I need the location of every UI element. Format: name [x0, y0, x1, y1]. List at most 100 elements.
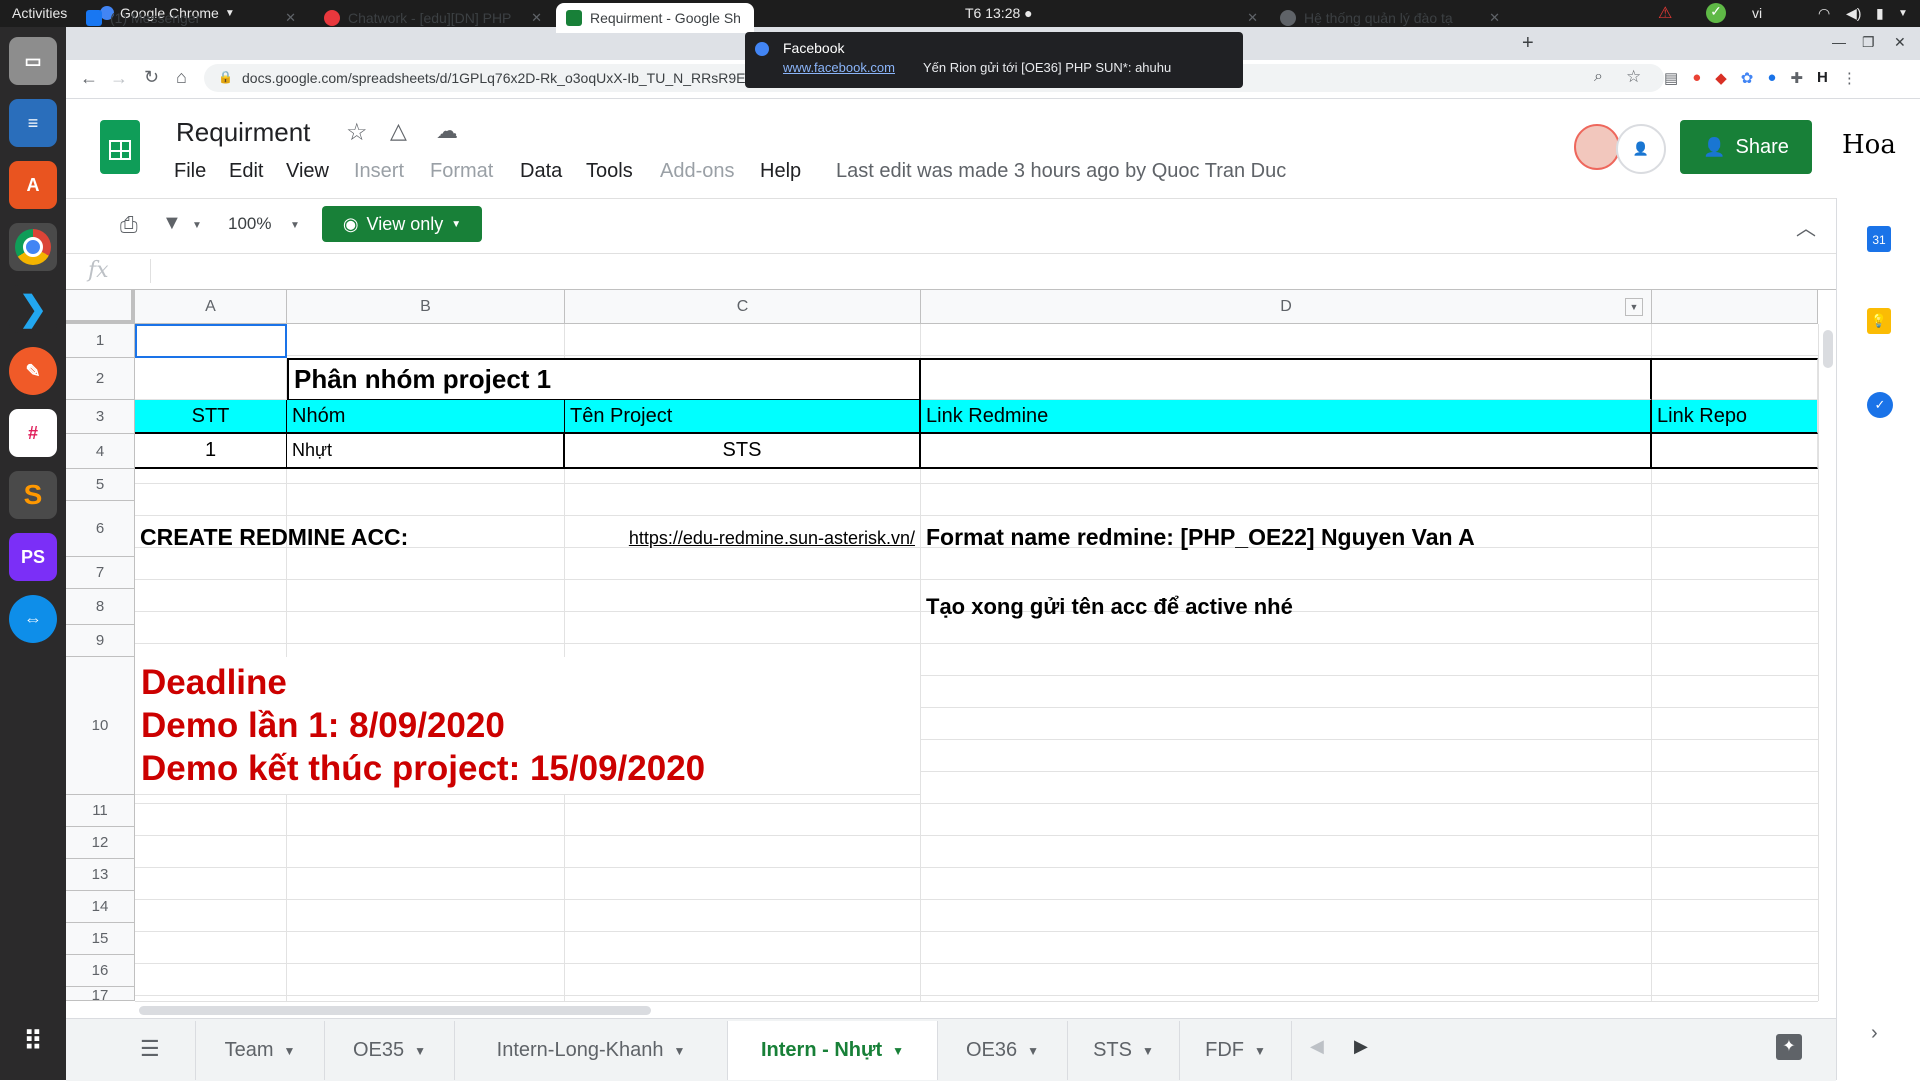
- doc-title[interactable]: Requirment: [176, 117, 310, 148]
- extension-icon[interactable]: ✿: [1741, 69, 1754, 87]
- menu-data[interactable]: Data: [520, 160, 562, 183]
- chevron-down-icon[interactable]: ▼: [192, 220, 202, 231]
- close-icon[interactable]: ✕: [531, 10, 552, 26]
- move-to-drive-icon[interactable]: △: [390, 118, 407, 144]
- sheet-tab-intern-nhut[interactable]: Intern - Nhựt ▼: [728, 1021, 938, 1080]
- opera-icon[interactable]: ●: [1692, 69, 1701, 87]
- calendar-icon[interactable]: 31: [1867, 226, 1891, 252]
- warning-icon[interactable]: ⚠: [1658, 3, 1672, 23]
- row-header[interactable]: 9: [66, 625, 135, 657]
- tasks-icon[interactable]: ✓: [1867, 392, 1893, 418]
- row-header[interactable]: 10: [66, 657, 135, 795]
- menu-view[interactable]: View: [286, 160, 329, 183]
- zoom-select[interactable]: 100%: [228, 214, 271, 234]
- cell-d6[interactable]: Format name redmine: [PHP_OE22] Nguyen V…: [921, 501, 1811, 557]
- new-tab-icon[interactable]: +: [1522, 32, 1534, 55]
- menu-help[interactable]: Help: [760, 160, 801, 183]
- row-header[interactable]: 15: [66, 923, 135, 955]
- formula-input[interactable]: [150, 259, 1831, 283]
- row-header[interactable]: 8: [66, 589, 135, 625]
- chevron-down-icon[interactable]: ▼: [290, 220, 300, 231]
- filter-icon[interactable]: ▼: [162, 212, 182, 235]
- maximize-icon[interactable]: ❐: [1862, 34, 1875, 51]
- collapse-toolbar-icon[interactable]: ︿: [1796, 212, 1816, 241]
- show-comments-icon[interactable]: 👤: [1616, 124, 1666, 174]
- sheets-logo-icon[interactable]: [100, 120, 140, 174]
- window-close-icon[interactable]: ✕: [1894, 34, 1906, 51]
- kebab-menu-icon[interactable]: ⋮: [1842, 69, 1857, 87]
- cell-d2[interactable]: [921, 358, 1652, 400]
- select-all-corner[interactable]: [66, 290, 135, 324]
- column-header-e[interactable]: [1652, 290, 1818, 324]
- writer-icon[interactable]: ≡: [9, 99, 57, 147]
- sheet-tab-fdf[interactable]: FDF ▼: [1180, 1021, 1292, 1080]
- row-header[interactable]: 13: [66, 859, 135, 891]
- battery-icon[interactable]: ▮: [1876, 5, 1884, 22]
- cell-c4[interactable]: STS: [565, 434, 921, 469]
- all-sheets-icon[interactable]: ☰: [140, 1036, 160, 1062]
- activities-button[interactable]: Activities: [12, 5, 67, 21]
- cell-a10-deadline[interactable]: Deadline Demo lần 1: 8/09/2020 Demo kết …: [135, 657, 921, 795]
- back-icon[interactable]: ←: [80, 68, 98, 89]
- account-button[interactable]: Hoa: [1842, 130, 1896, 160]
- sheet-tab-intern-long-khanh[interactable]: Intern-Long-Khanh ▼: [455, 1021, 728, 1080]
- vscode-icon[interactable]: ❯: [9, 285, 57, 333]
- cell-b4[interactable]: Nhựt: [287, 434, 565, 469]
- files-icon[interactable]: ▭: [9, 37, 57, 85]
- horizontal-scrollbar[interactable]: [135, 1001, 1818, 1019]
- cell-b3-nhom[interactable]: Nhóm: [287, 400, 565, 434]
- system-menu-chevron-icon[interactable]: ▼: [1898, 8, 1908, 19]
- row-header[interactable]: 7: [66, 557, 135, 589]
- cell-a3-stt[interactable]: STT: [135, 400, 287, 434]
- scroll-tabs-left-icon[interactable]: ◀: [1310, 1036, 1324, 1057]
- cell-e2[interactable]: [1652, 358, 1818, 400]
- column-header-b[interactable]: B: [287, 290, 565, 324]
- row-header[interactable]: 11: [66, 795, 135, 827]
- tab-messenger[interactable]: (1) Messenger ✕: [86, 3, 306, 33]
- sheet-tab-team[interactable]: Team ▼: [195, 1021, 325, 1080]
- extension-icon[interactable]: ▤: [1664, 69, 1678, 87]
- menu-file[interactable]: File: [174, 160, 206, 183]
- tab-chatwork[interactable]: Chatwork - [edu][DN] PHP ✕: [324, 3, 552, 33]
- filter-dropdown-icon[interactable]: ▼: [1625, 298, 1643, 316]
- reload-icon[interactable]: ↻: [144, 67, 159, 88]
- slack-icon[interactable]: #: [9, 409, 57, 457]
- scroll-tabs-right-icon[interactable]: ▶: [1354, 1036, 1368, 1057]
- row-header[interactable]: 5: [66, 469, 135, 501]
- close-icon[interactable]: ✕: [1247, 10, 1268, 26]
- menu-format[interactable]: Format: [430, 160, 493, 183]
- expand-panel-icon[interactable]: ›: [1871, 1022, 1878, 1045]
- view-only-button[interactable]: ◉ View only ▼: [322, 206, 482, 242]
- cell-c6-link[interactable]: https://edu-redmine.sun-asterisk.vn/: [570, 501, 920, 557]
- check-icon[interactable]: ✓: [1706, 3, 1726, 23]
- sublime-icon[interactable]: S: [9, 471, 57, 519]
- selected-cell-a1[interactable]: [135, 324, 287, 358]
- language-indicator[interactable]: vi: [1752, 5, 1762, 21]
- wifi-icon[interactable]: ◠: [1818, 5, 1830, 22]
- cell-c3-project[interactable]: Tên Project: [565, 400, 921, 434]
- vertical-scrollbar[interactable]: [1818, 324, 1837, 1001]
- close-icon[interactable]: ✕: [285, 10, 306, 26]
- home-icon[interactable]: ⌂: [176, 67, 187, 88]
- avatar[interactable]: [1574, 124, 1620, 170]
- row-header[interactable]: 14: [66, 891, 135, 923]
- postman-icon[interactable]: ✎: [9, 347, 57, 395]
- menu-tools[interactable]: Tools: [586, 160, 633, 183]
- cell-d8[interactable]: Tạo xong gửi tên acc để active nhé: [921, 589, 1652, 625]
- last-edit-link[interactable]: Last edit was made 3 hours ago by Quoc T…: [836, 160, 1286, 183]
- cell-e4[interactable]: [1652, 434, 1818, 469]
- cell-a4[interactable]: 1: [135, 434, 287, 469]
- menu-edit[interactable]: Edit: [229, 160, 263, 183]
- cloud-status-icon[interactable]: ☁: [436, 118, 458, 144]
- cell-d3-redmine[interactable]: Link Redmine: [921, 400, 1652, 434]
- sheet-tab-oe36[interactable]: OE36 ▼: [938, 1021, 1068, 1080]
- cell-d4[interactable]: [921, 434, 1652, 469]
- row-header[interactable]: 12: [66, 827, 135, 859]
- facebook-notification[interactable]: Facebook www.facebook.com Yến Rion gửi t…: [745, 32, 1243, 88]
- sheet-tab-sts[interactable]: STS ▼: [1068, 1021, 1180, 1080]
- row-header[interactable]: 4: [66, 434, 135, 469]
- column-header-a[interactable]: A: [135, 290, 287, 324]
- cell-e3-repo[interactable]: Link Repo: [1652, 400, 1818, 434]
- row-header[interactable]: 3: [66, 400, 135, 434]
- row-header[interactable]: 17: [66, 987, 135, 1001]
